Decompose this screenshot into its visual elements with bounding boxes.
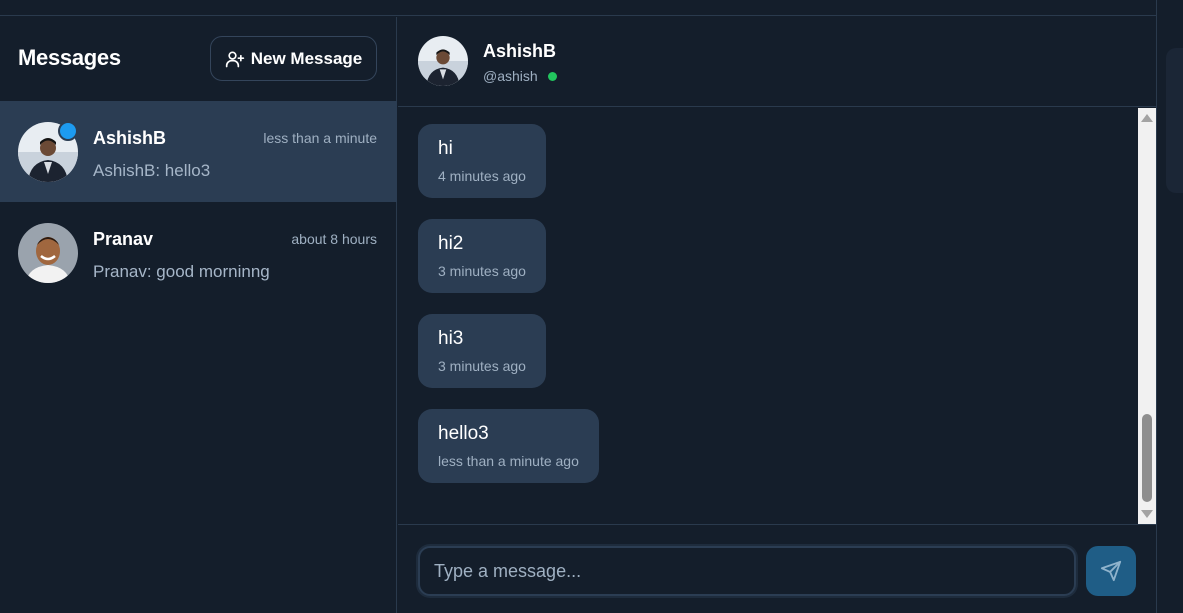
unread-indicator (58, 121, 78, 141)
message-bubble: hi2 3 minutes ago (418, 219, 546, 293)
conversation-preview: Pranav: good morninng (93, 262, 270, 281)
message-bubble: hello3 less than a minute ago (418, 409, 599, 483)
message-bubble: hi3 3 minutes ago (418, 314, 546, 388)
avatar[interactable] (418, 36, 468, 86)
new-message-label: New Message (250, 48, 363, 68)
conversations-sidebar: Messages New Message AshishB less than a… (0, 17, 397, 613)
conversation-name: AshishB (93, 128, 167, 148)
chat-panel: AshishB @ashish hi 4 minutes ago hi2 3 m… (398, 17, 1156, 613)
send-button[interactable] (1086, 546, 1136, 596)
conversation-item-pranav[interactable]: Pranav about 8 hours Pranav: good mornin… (0, 202, 397, 303)
message-time: 3 minutes ago (438, 263, 526, 279)
message-time: 4 minutes ago (438, 168, 526, 184)
message-text: hi (438, 138, 453, 159)
new-message-button[interactable]: New Message (210, 36, 377, 81)
chat-header: AshishB @ashish (398, 17, 1156, 107)
scroll-thumb[interactable] (1142, 414, 1152, 502)
message-text: hi3 (438, 328, 464, 349)
scroll-up-arrow-icon[interactable] (1141, 114, 1153, 122)
message-list-scrollbar[interactable] (1138, 108, 1156, 524)
message-input[interactable] (418, 546, 1076, 596)
right-divider (1156, 0, 1157, 613)
chat-contact-handle: @ashish (483, 68, 538, 84)
top-bar (0, 0, 1156, 16)
conversation-preview: AshishB: hello3 (93, 161, 211, 180)
send-icon (1100, 560, 1122, 582)
scroll-down-arrow-icon[interactable] (1141, 510, 1153, 518)
user-plus-icon (225, 51, 244, 67)
avatar (18, 223, 78, 283)
message-time: 3 minutes ago (438, 358, 526, 374)
sidebar-header: Messages New Message (0, 17, 397, 101)
conversation-name: Pranav (93, 229, 154, 249)
message-list[interactable]: hi 4 minutes ago hi2 3 minutes ago hi3 3… (398, 108, 1138, 524)
conversation-time: less than a minute (263, 130, 377, 146)
conversation-item-ashishb[interactable]: AshishB less than a minute AshishB: hell… (0, 101, 397, 202)
online-status-indicator (548, 72, 557, 81)
message-time: less than a minute ago (438, 453, 579, 469)
message-bubble: hi 4 minutes ago (418, 124, 546, 198)
message-text: hello3 (438, 423, 489, 444)
message-composer (398, 524, 1156, 613)
side-panel-edge (1166, 48, 1183, 193)
message-text: hi2 (438, 233, 464, 254)
sidebar-title: Messages (18, 45, 121, 70)
conversation-time: about 8 hours (291, 231, 377, 247)
chat-contact-name: AshishB (483, 41, 557, 61)
messaging-app: Messages New Message AshishB less than a… (0, 0, 1183, 613)
